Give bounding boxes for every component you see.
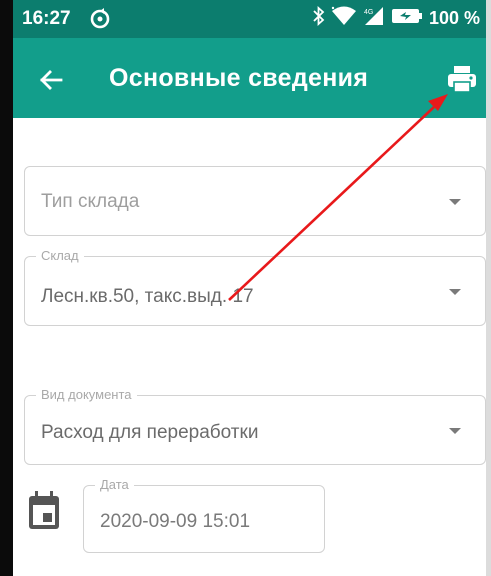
bluetooth-icon [313, 5, 325, 31]
phone-screen: 16:27 4G 100 % Основные сведения Тип скл… [0, 0, 491, 576]
date-label: Дата [95, 478, 134, 492]
warehouse-type-placeholder: Тип склада [41, 191, 140, 212]
wifi-icon [331, 6, 357, 31]
status-icons: 4G 100 % [313, 5, 480, 31]
back-button[interactable] [35, 64, 67, 96]
battery-icon [391, 7, 423, 30]
app-bar: Основные сведения [13, 38, 486, 118]
warehouse-value: Лесн.кв.50, такс.выд. 17 [41, 286, 254, 307]
left-bezel [0, 0, 13, 576]
document-type-label: Вид документа [36, 388, 137, 402]
svg-text:4G: 4G [364, 9, 373, 16]
document-type-value: Расход для переработки [41, 422, 259, 443]
date-field[interactable]: Дата 2020-09-09 15:01 [83, 478, 325, 553]
signal-icon: 4G [363, 6, 385, 31]
date-value: 2020-09-09 15:01 [100, 511, 251, 532]
warehouse-type-select[interactable]: Тип склада [24, 166, 486, 236]
status-time: 16:27 [22, 8, 71, 29]
status-bar: 16:27 4G 100 % [13, 0, 486, 38]
document-type-select[interactable]: Вид документа Расход для переработки [24, 388, 486, 465]
warehouse-label: Склад [36, 249, 84, 263]
back-arrow-icon [40, 70, 63, 90]
calendar-icon[interactable] [27, 491, 61, 531]
print-button[interactable] [445, 62, 479, 96]
warehouse-select[interactable]: Склад Лесн.кв.50, такс.выд. 17 [24, 249, 486, 326]
page-title: Основные сведения [109, 64, 369, 92]
dropdown-arrow-icon [449, 428, 461, 434]
sync-icon [89, 8, 111, 35]
right-bezel [486, 0, 491, 576]
print-icon [448, 66, 476, 93]
dropdown-arrow-icon [449, 199, 461, 205]
dropdown-arrow-icon [449, 289, 461, 295]
battery-percent: 100 % [428, 8, 480, 28]
